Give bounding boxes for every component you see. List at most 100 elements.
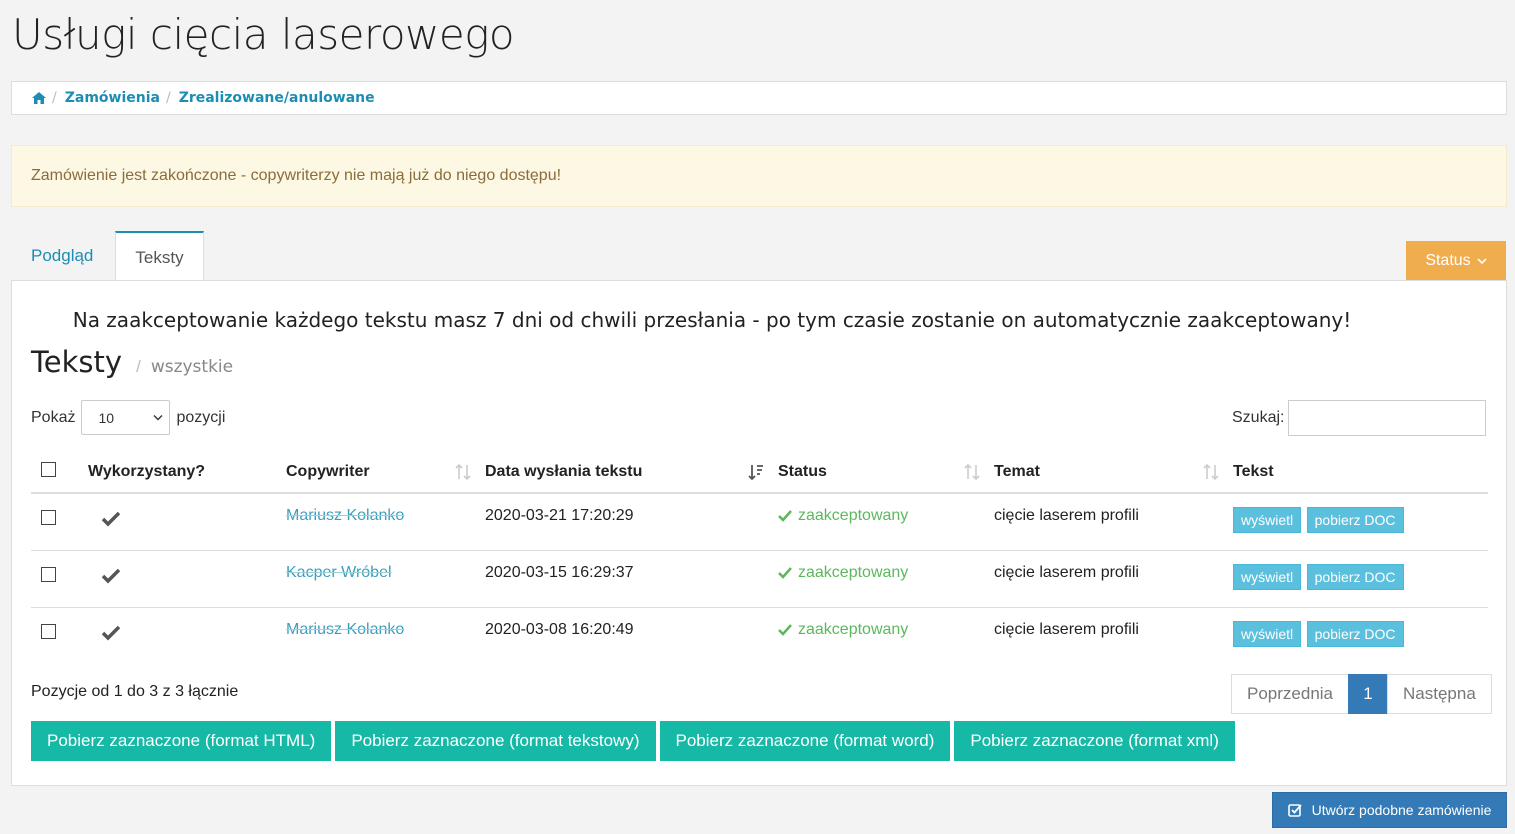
tab-texts[interactable]: Teksty xyxy=(115,231,204,282)
pagination-previous[interactable]: Poprzednia xyxy=(1231,674,1350,714)
row-actions-cell: wyświetl pobierz DOC xyxy=(1233,550,1488,608)
view-button[interactable]: wyświetl xyxy=(1233,563,1302,590)
search-input[interactable] xyxy=(1288,400,1487,436)
row-checkbox[interactable] xyxy=(41,623,56,639)
warning-alert: Zamówienie jest zakończone - copywriterz… xyxy=(11,145,1507,207)
status-dropdown-button[interactable]: Status xyxy=(1406,241,1506,280)
sort-icon xyxy=(1203,463,1219,481)
header-status-label: Status xyxy=(778,462,827,480)
table-info: Pozycje od 1 do 3 z 3 łącznie xyxy=(31,683,239,700)
row-date: 2020-03-21 17:20:29 xyxy=(485,493,778,551)
section-title: Teksty xyxy=(31,345,123,379)
pagination-next[interactable]: Następna xyxy=(1387,674,1492,714)
header-text: Tekst xyxy=(1233,451,1488,494)
copywriter-link[interactable]: Mariusz Kolanko xyxy=(286,621,404,638)
status-label: zaakceptowany xyxy=(798,620,909,638)
row-topic: cięcie laserem profili xyxy=(994,550,1233,608)
download-xml-button[interactable]: Pobierz zaznaczone (format xml) xyxy=(954,721,1235,761)
header-topic[interactable]: Temat xyxy=(994,451,1233,494)
row-copywriter-cell: Mariusz Kolanko xyxy=(286,607,485,664)
page-length-control: Pokaż 10 pozycji xyxy=(31,400,225,435)
table-header-row: Wykorzystany? Copywriter Data wysłania t… xyxy=(31,451,1488,494)
row-select-cell xyxy=(31,493,88,551)
row-date: 2020-03-15 16:29:37 xyxy=(485,550,778,608)
breadcrumb-separator: / xyxy=(52,90,57,106)
row-copywriter-cell: Mariusz Kolanko xyxy=(286,493,485,551)
check-icon xyxy=(778,566,792,579)
download-word-button[interactable]: Pobierz zaznaczone (format word) xyxy=(659,721,951,761)
row-actions-cell: wyświetl pobierz DOC xyxy=(1233,607,1488,664)
section-separator: / xyxy=(136,357,141,376)
copywriter-link[interactable]: Kacper Wróbel xyxy=(286,564,392,581)
search-control: Szukaj: xyxy=(1232,400,1487,436)
row-status-cell: zaakceptowany xyxy=(778,493,994,551)
show-label: Pokaż xyxy=(31,408,76,426)
tab-bar: Podgląd Teksty xyxy=(11,231,204,282)
check-icon xyxy=(101,625,121,640)
status-button-label: Status xyxy=(1425,251,1471,269)
sort-icon xyxy=(964,463,980,481)
row-copywriter-cell: Kacper Wróbel xyxy=(286,550,485,608)
breadcrumb-orders[interactable]: Zamówienia xyxy=(65,90,160,106)
check-icon xyxy=(101,511,121,527)
header-text-label: Tekst xyxy=(1233,462,1274,480)
row-topic: cięcie laserem profili xyxy=(994,493,1233,551)
home-icon[interactable] xyxy=(32,92,46,104)
page-length-value: 10 xyxy=(98,409,115,426)
status-label: zaakceptowany xyxy=(798,507,909,524)
row-used-cell xyxy=(88,550,286,608)
header-copywriter[interactable]: Copywriter xyxy=(286,451,485,494)
download-html-button[interactable]: Pobierz zaznaczone (format HTML) xyxy=(31,721,332,761)
status-label: zaakceptowany xyxy=(798,563,909,581)
section-heading: Teksty / wszystkie xyxy=(31,345,233,379)
download-doc-button[interactable]: pobierz DOC xyxy=(1306,507,1404,533)
check-icon xyxy=(778,623,792,636)
tab-preview[interactable]: Podgląd xyxy=(11,231,113,281)
view-button[interactable]: wyświetl xyxy=(1233,620,1302,647)
header-select-all xyxy=(31,451,88,494)
row-used-cell xyxy=(88,607,286,664)
sort-desc-icon xyxy=(748,465,763,481)
header-date-label: Data wysłania tekstu xyxy=(485,462,643,480)
download-buttons: Pobierz zaznaczone (format HTML) Pobierz… xyxy=(31,721,1235,761)
texts-table: Wykorzystany? Copywriter Data wysłania t… xyxy=(31,451,1488,664)
show-suffix: pozycji xyxy=(176,408,226,426)
download-text-button[interactable]: Pobierz zaznaczone (format tekstowy) xyxy=(335,721,656,761)
row-checkbox[interactable] xyxy=(41,510,56,525)
view-button[interactable]: wyświetl xyxy=(1233,507,1302,533)
alert-text: Zamówienie jest zakończone - copywriterz… xyxy=(31,167,562,184)
row-select-cell xyxy=(31,550,88,608)
row-status-cell: zaakceptowany xyxy=(778,550,994,608)
row-actions-cell: wyświetl pobierz DOC xyxy=(1233,493,1488,551)
pagination-page-1[interactable]: 1 xyxy=(1348,674,1389,714)
breadcrumb-completed[interactable]: Zrealizowane/anulowane xyxy=(179,90,375,106)
search-label: Szukaj: xyxy=(1232,409,1285,426)
header-used[interactable]: Wykorzystany? xyxy=(88,451,286,494)
select-all-checkbox[interactable] xyxy=(41,461,56,477)
header-copywriter-label: Copywriter xyxy=(286,462,370,480)
header-topic-label: Temat xyxy=(994,462,1040,480)
section-subtitle: wszystkie xyxy=(150,357,234,377)
page-title: Usługi cięcia laserowego xyxy=(12,10,515,59)
acceptance-notice: Na zaakceptowanie każdego tekstu masz 7 … xyxy=(72,308,1352,332)
header-status[interactable]: Status xyxy=(778,451,994,494)
row-select-cell xyxy=(31,607,88,664)
table-row: Kacper Wróbel 2020-03-15 16:29:37 zaakce… xyxy=(31,550,1488,608)
header-used-label: Wykorzystany? xyxy=(88,462,206,480)
check-icon xyxy=(778,510,792,522)
download-doc-button[interactable]: pobierz DOC xyxy=(1306,563,1404,590)
texts-panel: Na zaakceptowanie każdego tekstu masz 7 … xyxy=(11,280,1507,786)
chevron-down-icon xyxy=(1477,257,1487,264)
table-row: Mariusz Kolanko 2020-03-08 16:20:49 zaak… xyxy=(31,607,1488,664)
copywriter-link[interactable]: Mariusz Kolanko xyxy=(286,507,404,524)
row-topic: cięcie laserem profili xyxy=(994,620,1139,638)
create-similar-order-button[interactable]: Utwórz podobne zamówienie xyxy=(1272,792,1507,828)
download-doc-button[interactable]: pobierz DOC xyxy=(1306,620,1404,647)
breadcrumb: / Zamówienia / Zrealizowane/anulowane xyxy=(11,81,1507,115)
row-used-cell xyxy=(88,493,286,551)
row-checkbox[interactable] xyxy=(41,566,56,582)
header-date[interactable]: Data wysłania tekstu xyxy=(485,451,778,494)
page-length-select[interactable]: 10 xyxy=(81,400,171,435)
chevron-down-icon xyxy=(153,415,163,421)
row-status-cell: zaakceptowany xyxy=(778,607,994,664)
